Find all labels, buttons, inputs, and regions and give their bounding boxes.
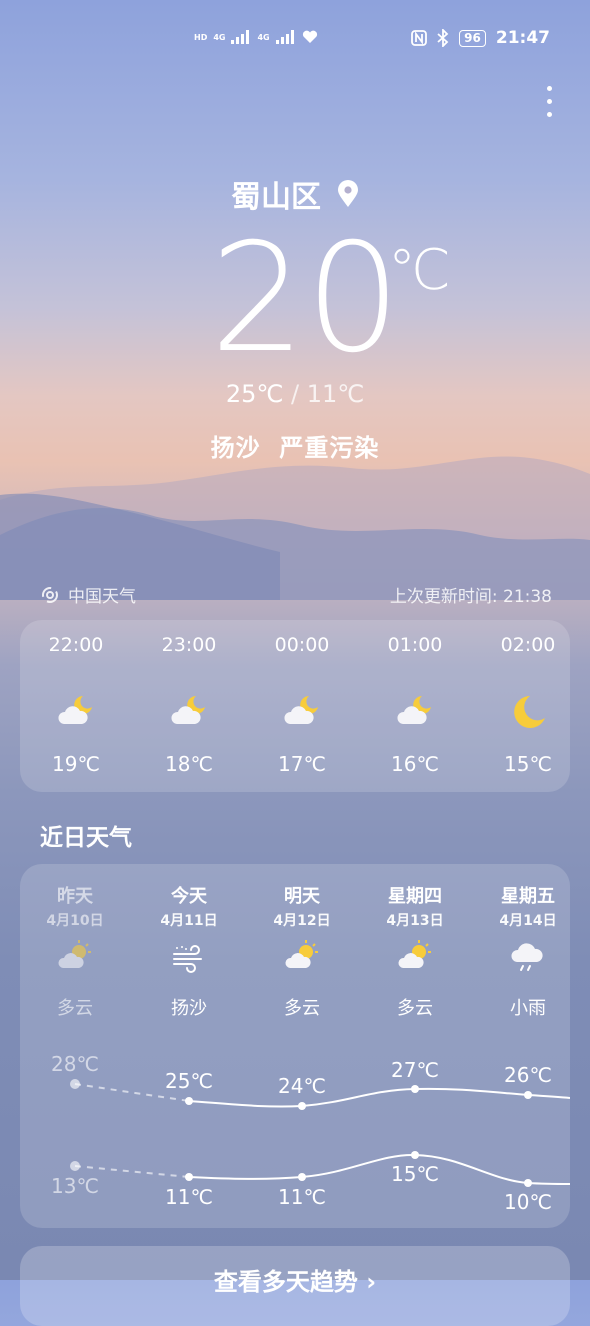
signal-icon-2 — [275, 30, 294, 44]
day-name: 星期五 — [501, 886, 555, 907]
low-point-fri — [524, 1179, 532, 1187]
cloudy-night-icon — [58, 696, 92, 724]
day-date: 4月12日 — [273, 913, 331, 929]
heart-icon — [302, 30, 317, 43]
hour-time: 00:00 — [274, 634, 330, 656]
network-4g-label-2: 4G — [257, 32, 270, 42]
high-temp-label: 26℃ — [504, 1063, 552, 1087]
day-name: 明天 — [284, 886, 320, 907]
day-condition: 小雨 — [510, 998, 546, 1019]
hour-temp: 19℃ — [52, 752, 100, 776]
hour-temp: 16℃ — [391, 752, 439, 776]
light-rain-icon — [511, 943, 543, 971]
day-condition: 多云 — [284, 998, 320, 1019]
hour-temp: 17℃ — [278, 752, 326, 776]
partly-cloudy-icon — [58, 940, 91, 968]
today-high: 25℃ — [225, 380, 284, 408]
day-name: 昨天 — [57, 886, 93, 907]
moon-icon — [514, 696, 545, 728]
hd-label: HD — [194, 32, 208, 42]
day-name: 星期四 — [388, 886, 442, 907]
china-weather-logo-icon — [42, 586, 58, 603]
temperature-unit: ℃ — [388, 238, 451, 303]
today-low: 11℃ — [306, 380, 365, 408]
daily-section-title: 近日天气 — [40, 825, 132, 851]
data-source: 中国天气 — [40, 582, 136, 607]
hour-time: 02:00 — [500, 634, 556, 656]
high-point-fri — [524, 1091, 532, 1099]
high-temp-label: 25℃ — [165, 1069, 213, 1093]
current-condition-row: 扬沙 严重污染 — [0, 428, 590, 463]
high-temp-label: 24℃ — [278, 1074, 326, 1098]
update-value: 21:38 — [503, 587, 552, 607]
low-temp-label: 13℃ — [51, 1174, 99, 1198]
high-point-today — [185, 1097, 193, 1105]
day-date: 4月11日 — [160, 913, 218, 929]
day-date: 4月14日 — [499, 913, 557, 929]
day-date: 4月13日 — [386, 913, 444, 929]
air-quality[interactable]: 严重污染 — [279, 434, 379, 462]
low-point-tomorrow — [298, 1173, 306, 1181]
location-header[interactable]: 蜀山区 — [0, 172, 590, 216]
network-4g-label: 4G — [213, 32, 226, 42]
status-bar: HD 4G 4G 96 21:47 — [0, 28, 590, 54]
signal-icon — [231, 30, 250, 44]
hour-temp: 15℃ — [504, 752, 552, 776]
location-name: 蜀山区 — [231, 180, 321, 215]
high-point-yesterday — [70, 1079, 80, 1089]
view-more-days-button[interactable]: 查看多天趋势 › — [20, 1246, 570, 1326]
temperature-range: 25℃ / 11℃ — [0, 380, 590, 408]
update-time: 上次更新时间: 21:38 — [390, 582, 552, 607]
low-temp-label: 11℃ — [165, 1185, 213, 1209]
day-name: 今天 — [171, 886, 207, 907]
signal-indicators: HD 4G 4G — [194, 30, 318, 44]
clock: 21:47 — [495, 28, 550, 48]
more-menu-button[interactable] — [544, 86, 554, 122]
sand-wind-icon — [173, 945, 202, 973]
day-condition: 多云 — [397, 998, 433, 1019]
high-temp-label: 27℃ — [391, 1058, 439, 1082]
day-date: 4月10日 — [46, 913, 104, 929]
low-point-thu — [411, 1151, 419, 1159]
source-name: 中国天气 — [68, 587, 136, 607]
nfc-icon — [411, 30, 428, 46]
mountain-background — [0, 456, 590, 600]
high-temp-label: 28℃ — [51, 1052, 99, 1076]
high-point-tomorrow — [298, 1102, 306, 1110]
daily-forecast-card[interactable]: 昨天 4月10日 多云 今天 4月11日 扬沙 明天 4月12日 多云 星期四 … — [20, 864, 570, 1228]
bluetooth-icon — [437, 29, 449, 47]
range-separator: / — [290, 380, 300, 408]
high-point-thu — [411, 1085, 419, 1093]
day-condition: 多云 — [57, 998, 93, 1019]
battery-level: 96 — [459, 29, 486, 47]
partly-cloudy-icon — [285, 940, 318, 968]
partly-cloudy-icon — [398, 940, 431, 968]
location-pin-icon — [338, 180, 358, 207]
hour-time: 01:00 — [387, 634, 443, 656]
hour-temp: 18℃ — [165, 752, 213, 776]
hour-time: 23:00 — [161, 634, 217, 656]
low-temp-label: 11℃ — [278, 1185, 326, 1209]
update-label: 上次更新时间: — [389, 587, 498, 607]
current-temperature: 20 — [210, 212, 401, 386]
high-temp-line — [188, 1087, 570, 1108]
low-temp-label: 15℃ — [391, 1162, 439, 1186]
day-condition: 扬沙 — [171, 998, 207, 1019]
cloudy-night-icon — [171, 696, 205, 724]
cloudy-night-icon — [397, 696, 431, 724]
hour-time: 22:00 — [48, 634, 104, 656]
hourly-forecast-card[interactable]: 22:00 19℃ 23:00 18℃ 00:00 17℃ 01:00 16℃ … — [20, 620, 570, 792]
current-condition: 扬沙 — [210, 434, 261, 462]
low-point-today — [185, 1173, 193, 1181]
system-indicators: 96 21:47 — [411, 28, 550, 48]
low-point-yesterday — [70, 1161, 80, 1171]
cloudy-night-icon — [284, 696, 318, 724]
low-temp-label: 10℃ — [504, 1190, 552, 1214]
